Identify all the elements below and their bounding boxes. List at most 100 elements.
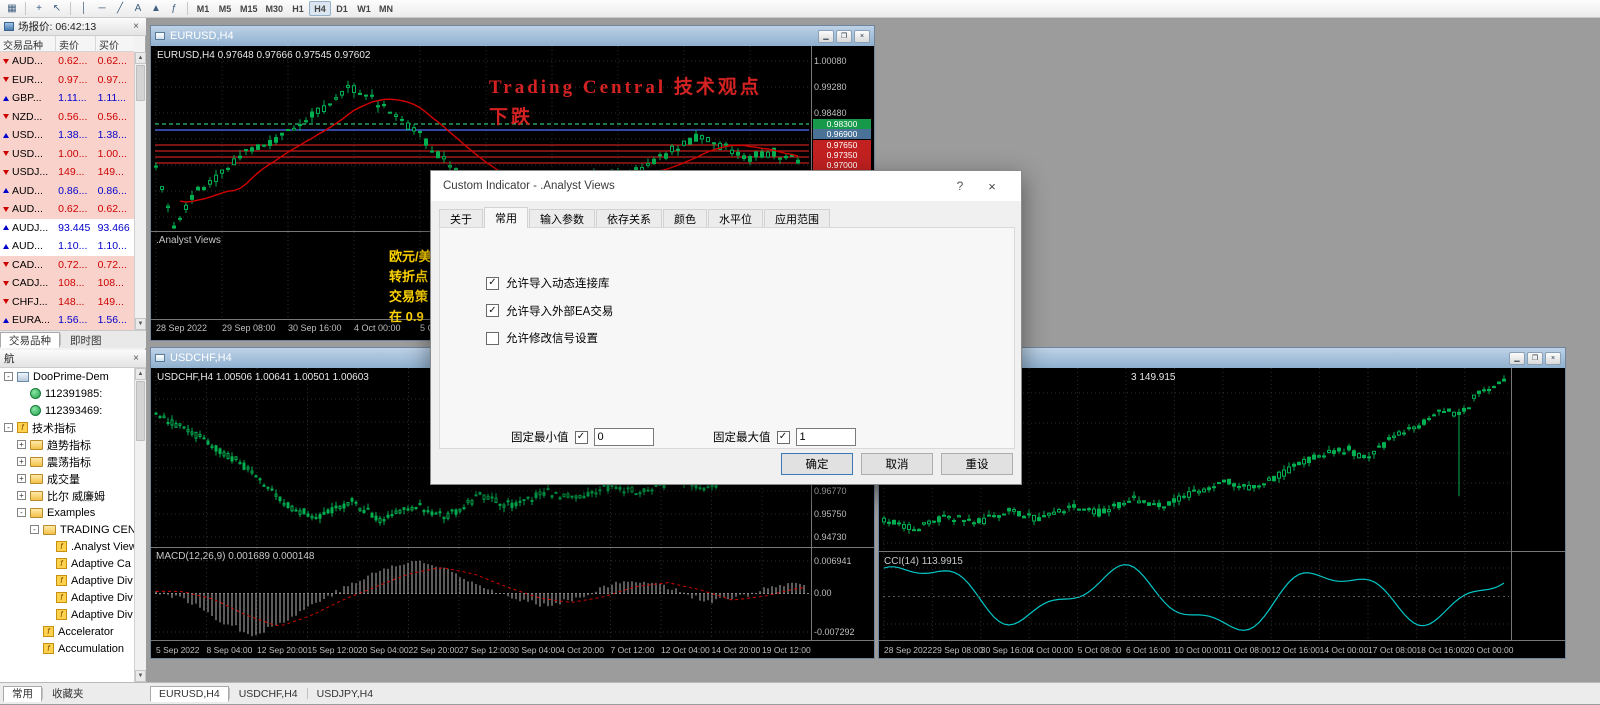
market-watch-row[interactable]: AUD...0.62...0.62... (0, 200, 134, 219)
tree-item[interactable]: 112393469: (0, 402, 134, 419)
market-watch-row[interactable]: USD...1.38...1.38... (0, 126, 134, 145)
market-watch-row[interactable]: EURA...1.56...1.56... (0, 311, 134, 330)
shapes-icon[interactable]: ▲ (147, 1, 165, 16)
tree-item[interactable]: fAdaptive Div (0, 589, 134, 606)
expand-icon[interactable]: + (17, 491, 26, 500)
market-watch-row[interactable]: AUDJ...93.44593.466 (0, 219, 134, 238)
indicators-icon[interactable]: ƒ (165, 1, 183, 16)
market-watch-row[interactable]: CAD...0.72...0.72... (0, 256, 134, 275)
market-watch-tab-1[interactable]: 交易品种 (0, 332, 60, 348)
market-watch-row[interactable]: GBP...1.11...1.11... (0, 89, 134, 108)
scroll-down-icon[interactable]: ▼ (135, 670, 146, 682)
tree-item[interactable]: fAccumulation (0, 640, 134, 657)
checkbox-unchecked[interactable] (486, 332, 499, 345)
market-watch-row[interactable]: USDJ...149...149... (0, 163, 134, 182)
checkbox-checked[interactable]: ✓ (575, 431, 588, 444)
dialog-tab-颜色[interactable]: 颜色 (663, 209, 707, 228)
dialog-button-重设[interactable]: 重设 (941, 453, 1013, 475)
chart-tab-2[interactable]: USDCHF,H4 (230, 686, 307, 702)
dialog-titlebar[interactable]: Custom Indicator - .Analyst Views ? × (431, 171, 1021, 201)
tree-item[interactable]: 112391985: (0, 385, 134, 402)
tree-item[interactable]: fAdaptive Div (0, 572, 134, 589)
close-button[interactable]: × (1545, 352, 1561, 365)
dialog-close-button[interactable]: × (975, 179, 1009, 194)
market-watch-row[interactable]: AUD...0.62...0.62... (0, 52, 134, 71)
timeframe-M30[interactable]: M30 (262, 1, 288, 16)
chart-tab-1[interactable]: EURUSD,H4 (150, 686, 229, 702)
timeframe-M1[interactable]: M1 (192, 1, 214, 16)
scrollbar-thumb[interactable] (136, 65, 145, 101)
tree-item[interactable]: -TRADING CENTI (0, 521, 134, 538)
dialog-button-取消[interactable]: 取消 (861, 453, 933, 475)
scroll-down-icon[interactable]: ▼ (135, 318, 146, 330)
minimize-button[interactable]: ▁ (1509, 352, 1525, 365)
timeframe-M15[interactable]: M15 (236, 1, 262, 16)
market-watch-row[interactable]: NZD...0.56...0.56... (0, 108, 134, 127)
market-watch-row[interactable]: CHFJ...148...149... (0, 293, 134, 312)
scroll-up-icon[interactable]: ▲ (135, 368, 146, 380)
fixed-max-input[interactable] (796, 428, 856, 446)
tree-item[interactable]: fAdaptive Div (0, 606, 134, 623)
navigator-tab-1[interactable]: 常用 (3, 686, 42, 702)
column-bid[interactable]: 卖价 (56, 36, 96, 52)
timeframe-M5[interactable]: M5 (214, 1, 236, 16)
eurusd-titlebar[interactable]: EURUSD,H4 ▁ ❐ × (151, 26, 874, 46)
vertical-line-icon[interactable]: │ (75, 1, 93, 16)
help-button[interactable]: ? (945, 179, 975, 193)
tree-item[interactable]: -f技术指标 (0, 419, 134, 436)
tree-item[interactable]: fAdaptive Ca (0, 555, 134, 572)
horizontal-line-icon[interactable]: ─ (93, 1, 111, 16)
navigator-scrollbar[interactable]: ▲ ▼ (134, 368, 146, 682)
tree-item[interactable]: +比尔 威廉姆 (0, 487, 134, 504)
timeframe-W1[interactable]: W1 (353, 1, 375, 16)
market-watch-row[interactable]: AUD...1.10...1.10... (0, 237, 134, 256)
timeframe-D1[interactable]: D1 (331, 1, 353, 16)
cursor-icon[interactable]: ↖ (48, 1, 66, 16)
new-chart-icon[interactable]: ▦ (3, 1, 21, 16)
market-watch-tab-2[interactable]: 即时图 (61, 332, 111, 348)
dialog-button-确定[interactable]: 确定 (781, 453, 853, 475)
tree-item[interactable]: -DooPrime-Dem (0, 368, 134, 385)
timeframe-H4[interactable]: H4 (309, 1, 331, 16)
tree-item[interactable]: +震荡指标 (0, 453, 134, 470)
market-watch-row[interactable]: EUR...0.97...0.97... (0, 71, 134, 90)
checkbox-checked[interactable]: ✓ (777, 431, 790, 444)
tree-item[interactable]: f.Analyst View (0, 538, 134, 555)
minimize-button[interactable]: ▁ (818, 30, 834, 43)
market-watch-scrollbar[interactable]: ▲ ▼ (134, 52, 146, 330)
crosshair-icon[interactable]: + (30, 1, 48, 16)
dialog-tab-水平位[interactable]: 水平位 (708, 209, 763, 228)
restore-button[interactable]: ❐ (836, 30, 852, 43)
chart-tab-3[interactable]: USDJPY,H4 (308, 686, 382, 702)
timeframe-H1[interactable]: H1 (287, 1, 309, 16)
tree-item[interactable]: +成交量 (0, 470, 134, 487)
restore-button[interactable]: ❐ (1527, 352, 1543, 365)
tree-item[interactable]: -Examples (0, 504, 134, 521)
column-symbol[interactable]: 交易品种 (0, 36, 56, 52)
timeframe-MN[interactable]: MN (375, 1, 397, 16)
collapse-icon[interactable]: - (17, 508, 26, 517)
fixed-min-input[interactable] (594, 428, 654, 446)
expand-icon[interactable]: + (17, 457, 26, 466)
dialog-tab-输入参数[interactable]: 输入参数 (529, 209, 595, 228)
checkbox-checked[interactable]: ✓ (486, 304, 499, 317)
checkbox-checked[interactable]: ✓ (486, 277, 499, 290)
collapse-icon[interactable]: - (4, 423, 13, 432)
tree-item[interactable]: fAccelerator (0, 623, 134, 640)
close-icon[interactable]: × (130, 21, 142, 32)
expand-icon[interactable]: + (17, 474, 26, 483)
collapse-icon[interactable]: - (30, 525, 39, 534)
market-watch-row[interactable]: USD...1.00...1.00... (0, 145, 134, 164)
scrollbar-thumb[interactable] (136, 381, 145, 441)
column-ask[interactable]: 买价 (96, 36, 134, 52)
dialog-tab-应用范围[interactable]: 应用范围 (764, 209, 830, 228)
navigator-tab-2[interactable]: 收藏夹 (43, 686, 93, 702)
expand-icon[interactable]: + (17, 440, 26, 449)
market-watch-row[interactable]: AUD...0.86...0.86... (0, 182, 134, 201)
collapse-icon[interactable]: - (4, 372, 13, 381)
trendline-icon[interactable]: ╱ (111, 1, 129, 16)
close-icon[interactable]: × (130, 353, 142, 364)
dialog-tab-常用[interactable]: 常用 (484, 207, 528, 228)
market-watch-row[interactable]: CADJ...108...108... (0, 274, 134, 293)
close-button[interactable]: × (854, 30, 870, 43)
